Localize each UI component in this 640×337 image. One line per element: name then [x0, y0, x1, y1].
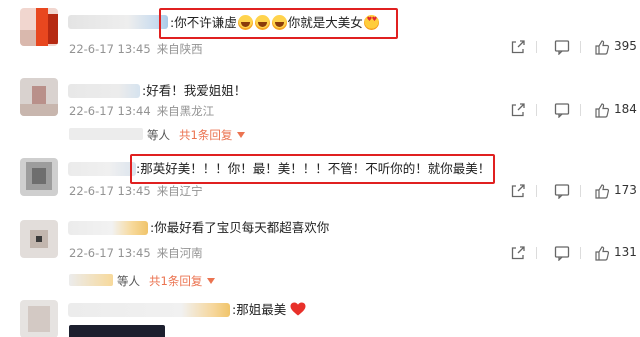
triangle-down-icon[interactable] — [237, 132, 245, 138]
thumbs-up-icon[interactable] — [594, 245, 610, 261]
like-count: 395 — [614, 39, 637, 53]
comment-icon[interactable] — [554, 102, 570, 118]
triangle-down-icon[interactable] — [207, 278, 215, 284]
avatar[interactable] — [20, 220, 58, 258]
avatar[interactable] — [20, 78, 58, 116]
reply-summary: 等人 共1条回复 — [69, 273, 269, 289]
avatar[interactable] — [20, 8, 58, 46]
timestamp: 22-6-17 13:45 — [69, 246, 151, 260]
divider — [536, 104, 537, 116]
comment-icon[interactable] — [554, 245, 570, 261]
replier-name-blur — [69, 128, 143, 140]
like-count: 173 — [614, 183, 637, 197]
username[interactable] — [68, 303, 230, 317]
divider — [536, 247, 537, 259]
comment-meta: 22-6-17 13:45 来自辽宁 — [69, 183, 203, 199]
comment-text-part: :那姐最美 — [232, 302, 287, 317]
comment-text-part: :你最好看了宝贝每天都超喜欢你 — [150, 220, 330, 235]
comment-meta: 22-6-17 13:45 来自河南 — [69, 245, 203, 261]
replier-name-blur — [69, 274, 113, 286]
comment-actions: 184 — [510, 100, 640, 120]
share-icon[interactable] — [510, 183, 526, 199]
comment-icon[interactable] — [554, 39, 570, 55]
avatar[interactable] — [20, 300, 58, 337]
divider — [536, 41, 537, 53]
comment-text: :你不许谦虚 你就是大美女 — [170, 15, 380, 31]
heart-eyes-emoji — [363, 15, 379, 30]
laughing-emoji — [254, 15, 270, 30]
share-icon[interactable] — [510, 102, 526, 118]
thumbs-up-icon[interactable] — [594, 39, 610, 55]
laughing-emoji — [271, 15, 287, 30]
share-icon[interactable] — [510, 245, 526, 261]
reply-prefix: 等人 — [117, 274, 140, 288]
comment-text: :那姐最美 — [232, 302, 306, 318]
comment-actions: 395 — [510, 37, 640, 57]
divider — [580, 104, 581, 116]
divider — [580, 41, 581, 53]
thumbs-up-icon[interactable] — [594, 183, 610, 199]
comment-text-part: :好看！我爱姐姐！ — [142, 83, 247, 98]
view-replies-link[interactable]: 共1条回复 — [149, 273, 202, 289]
reply-prefix: 等人 — [147, 128, 170, 142]
username[interactable] — [68, 162, 136, 176]
comment-meta: 22-6-17 13:44 来自黑龙江 — [69, 103, 214, 119]
share-icon[interactable] — [510, 39, 526, 55]
username[interactable] — [68, 221, 148, 235]
comment-icon[interactable] — [554, 183, 570, 199]
reply-summary: 等人 共1条回复 — [69, 127, 269, 143]
comment-actions: 173 — [510, 181, 640, 201]
divider — [536, 185, 537, 197]
timestamp: 22-6-17 13:44 — [69, 104, 151, 118]
comment-meta: 22-6-17 13:45 来自陕西 — [69, 41, 203, 57]
avatar[interactable] — [20, 158, 58, 196]
like-count: 131 — [614, 245, 637, 259]
comment-item: :那英好美！！！你！最！美！！！不管！不听你的！就你最美！ 22-6-17 13… — [0, 150, 640, 210]
location: 来自黑龙江 — [156, 104, 215, 118]
comment-text: :好看！我爱姐姐！ — [142, 83, 246, 99]
username[interactable] — [68, 15, 168, 29]
username[interactable] — [68, 84, 140, 98]
location: 来自陕西 — [156, 42, 203, 56]
red-heart-emoji — [290, 302, 306, 316]
comment-text-part: :那英好美！！！你！最！美！！！不管！不听你的！就你最美！ — [136, 161, 491, 176]
comment-item: :你不许谦虚 你就是大美女 22-6-17 13:45 来自陕西 395 — [0, 0, 640, 70]
location: 来自河南 — [156, 246, 203, 260]
divider — [580, 247, 581, 259]
comment-text: :你最好看了宝贝每天都超喜欢你 — [150, 220, 329, 236]
comment-text: :那英好美！！！你！最！美！！！不管！不听你的！就你最美！ — [136, 161, 490, 177]
comment-item: :你最好看了宝贝每天都超喜欢你 22-6-17 13:45 来自河南 131 等人… — [0, 214, 640, 292]
comment-text-part: :你不许谦虚 — [170, 15, 237, 30]
timestamp: 22-6-17 13:45 — [69, 184, 151, 198]
timestamp: 22-6-17 13:45 — [69, 42, 151, 56]
laughing-emoji — [237, 15, 253, 30]
like-count: 184 — [614, 102, 637, 116]
comment-item: :那姐最美 — [0, 292, 640, 337]
comment-item: :好看！我爱姐姐！ 22-6-17 13:44 来自黑龙江 184 等人 共1条回… — [0, 72, 640, 150]
image-thumbnail[interactable] — [69, 325, 165, 337]
thumbs-up-icon[interactable] — [594, 102, 610, 118]
view-replies-link[interactable]: 共1条回复 — [179, 127, 232, 143]
comment-actions: 131 — [510, 243, 640, 263]
location: 来自辽宁 — [156, 184, 203, 198]
divider — [580, 185, 581, 197]
comment-text-part: 你就是大美女 — [287, 15, 363, 30]
